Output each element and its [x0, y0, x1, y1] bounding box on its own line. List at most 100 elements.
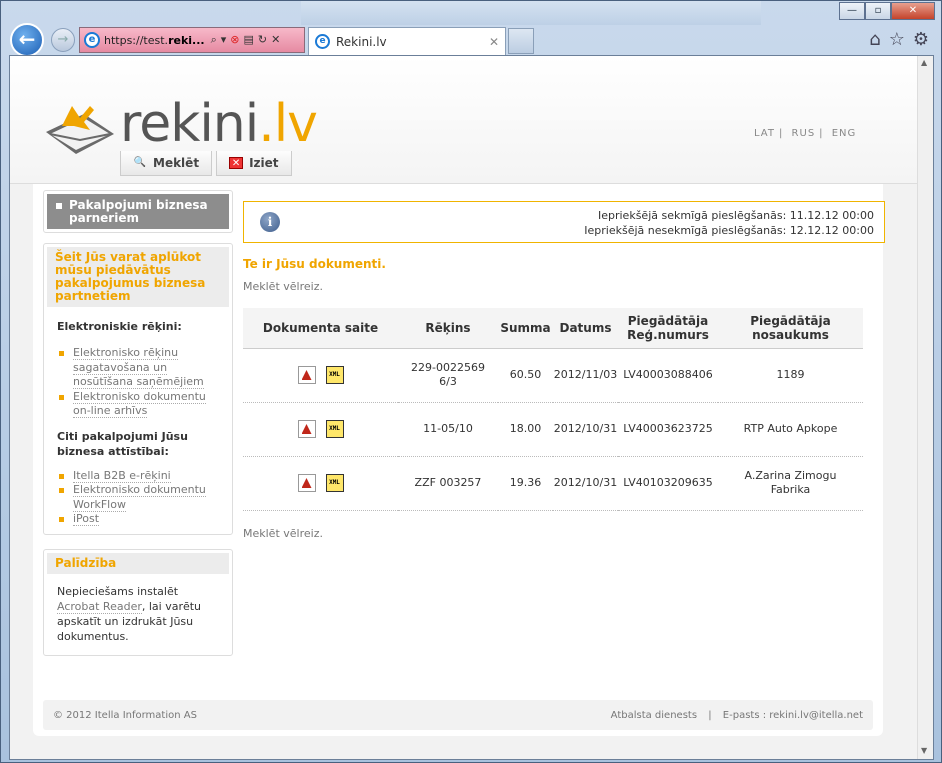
- email-link[interactable]: E-pasts : rekini.lv@itella.net: [723, 710, 863, 721]
- new-tab-button[interactable]: [508, 28, 534, 54]
- supplier-cell: RTP Auto Apkope: [718, 402, 863, 457]
- sidebar-link-archive[interactable]: Elektronisko dokumentu on-line arhīvs: [57, 389, 219, 419]
- address-bar[interactable]: e https://test.reki... ⌕ ▾ ⊗ ▤ ↻ ✕: [79, 27, 305, 53]
- compat-icon[interactable]: ▤: [244, 33, 254, 47]
- search-again-link-bottom[interactable]: Meklēt vēlreiz.: [243, 527, 885, 540]
- table-header-row: Dokumenta saite Rēķins Summa Datums Pieg…: [243, 308, 863, 349]
- page: rekini.lv LAT | RUS | ENG 🔍 Meklēt ✕ Iziet: [10, 56, 918, 759]
- other-services-list: Itella B2B e-rēķini Elektronisko dokumen…: [47, 459, 229, 531]
- main-nav: 🔍 Meklēt ✕ Iziet: [120, 151, 292, 176]
- browser-tools: ⌂ ☆ ⚙: [869, 29, 929, 50]
- documents-heading: Te ir Jūsu dokumenti.: [243, 257, 386, 271]
- browser-tab[interactable]: e Rekini.lv ✕: [308, 27, 506, 55]
- col-invoice: Rēķins: [398, 308, 498, 349]
- pdf-icon[interactable]: [297, 420, 316, 438]
- date-cell: 2012/10/31: [553, 456, 618, 511]
- sum-cell: 60.50: [498, 348, 553, 403]
- minimize-button[interactable]: —: [839, 2, 865, 20]
- xml-icon[interactable]: XML: [325, 420, 344, 438]
- scroll-up-icon[interactable]: ▲: [921, 58, 927, 67]
- services-menu-item[interactable]: Pakalpojumi biznesa parneriem: [47, 194, 229, 229]
- settings-gear-icon[interactable]: ⚙: [913, 29, 929, 50]
- services-box: Pakalpojumi biznesa parneriem: [43, 190, 233, 233]
- back-button[interactable]: ←: [10, 23, 44, 57]
- einvoices-label: Elektroniskie rēķini:: [57, 320, 182, 333]
- copyright: © 2012 Itella Information AS: [53, 710, 197, 721]
- acrobat-link[interactable]: Acrobat Reader: [57, 599, 142, 614]
- ie-icon: e: [84, 32, 100, 48]
- documents-table: Dokumenta saite Rēķins Summa Datums Pieg…: [243, 308, 863, 511]
- scroll-down-icon[interactable]: ▼: [921, 746, 927, 755]
- address-controls: ⌕ ▾ ⊗ ▤ ↻ ✕: [211, 33, 281, 47]
- page-viewport: rekini.lv LAT | RUS | ENG 🔍 Meklēt ✕ Iziet: [9, 55, 934, 760]
- stop-icon[interactable]: ✕: [271, 33, 280, 47]
- login-info-box: i Iepriekšējā sekmīgā pieslēgšanās: 11.1…: [243, 201, 885, 243]
- exit-icon: ✕: [229, 157, 244, 169]
- sidebar: Pakalpojumi biznesa parneriem Šeit Jūs v…: [43, 190, 233, 666]
- offers-box: Šeit Jūs varat aplūkot mūsu piedāvātus p…: [43, 243, 233, 535]
- date-cell: 2012/10/31: [553, 402, 618, 457]
- refresh-icon[interactable]: ↻: [258, 33, 267, 47]
- help-heading: Palīdzība: [47, 552, 229, 574]
- supplier-cell: A.Zarina Zimogu Fabrika: [718, 456, 863, 511]
- close-window-button[interactable]: ✕: [891, 2, 935, 20]
- maximize-button[interactable]: ▫: [865, 2, 891, 20]
- tab-close-icon[interactable]: ✕: [489, 35, 499, 49]
- col-supplier-name: Piegādātāja nosaukums: [718, 308, 863, 349]
- search-icon[interactable]: ⌕: [211, 33, 217, 47]
- favorites-icon[interactable]: ☆: [889, 29, 905, 50]
- sum-cell: 18.00: [498, 402, 553, 457]
- col-sum: Summa: [498, 308, 553, 349]
- xml-icon[interactable]: XML: [325, 474, 344, 492]
- last-login-fail: Iepriekšējā nesekmīgā pieslēgšanās: 12.1…: [584, 224, 874, 237]
- content-area: Pakalpojumi biznesa parneriem Šeit Jūs v…: [33, 184, 885, 736]
- sidebar-link-ipost[interactable]: iPost: [57, 512, 219, 527]
- window-controls: — ▫ ✕: [839, 2, 935, 20]
- sidebar-link-einvoice-prep[interactable]: Elektronisko rēķinu sagatavošana un nosū…: [57, 346, 219, 390]
- language-switcher: LAT | RUS | ENG: [754, 128, 857, 139]
- logo-envelope-icon: [46, 106, 114, 154]
- pdf-icon[interactable]: [297, 366, 316, 384]
- search-doc-icon: 🔍: [133, 157, 147, 168]
- search-again-link[interactable]: Meklēt vēlreiz.: [243, 280, 885, 293]
- lang-lat[interactable]: LAT: [754, 128, 775, 139]
- pdf-icon[interactable]: [297, 474, 316, 492]
- tab-title: Rekini.lv: [336, 34, 387, 49]
- url-text[interactable]: https://test.reki...: [104, 34, 205, 47]
- sidebar-link-workflow[interactable]: Elektronisko dokumentu WorkFlow: [57, 483, 219, 512]
- help-text: Nepieciešams instalēt Acrobat Reader, la…: [57, 584, 202, 643]
- main-panel: i Iepriekšējā sekmīgā pieslēgšanās: 11.1…: [243, 201, 885, 540]
- invoice-cell: 11-05/10: [398, 402, 498, 457]
- search-nav-button[interactable]: 🔍 Meklēt: [120, 151, 213, 176]
- sidebar-link-b2b[interactable]: Itella B2B e-rēķini: [57, 468, 219, 484]
- lang-eng[interactable]: ENG: [832, 128, 857, 139]
- dropdown-icon[interactable]: ▾: [221, 33, 227, 47]
- col-reg-no: Piegādātāja Reģ.numurs: [618, 308, 718, 349]
- browser-window: — ▫ ✕ ← → e https://test.reki... ⌕ ▾ ⊗ ▤…: [0, 0, 942, 763]
- vertical-scrollbar[interactable]: ▲ ▼: [917, 56, 933, 759]
- site-header: rekini.lv LAT | RUS | ENG 🔍 Meklēt ✕ Iziet: [10, 56, 918, 184]
- supplier-cell: 1189: [718, 348, 863, 403]
- support-link[interactable]: Atbalsta dienests: [611, 710, 697, 721]
- einvoices-list: Elektronisko rēķinu sagatavošana un nosū…: [47, 334, 229, 423]
- invoice-cell: 229-00225696/3: [398, 348, 498, 403]
- exit-nav-button[interactable]: ✕ Iziet: [216, 151, 292, 176]
- col-doc-link: Dokumenta saite: [243, 308, 398, 349]
- forward-button[interactable]: →: [51, 28, 75, 52]
- table-row: XML 11-05/10 18.00 2012/10/31 LV40003623…: [243, 402, 863, 457]
- footer: © 2012 Itella Information AS Atbalsta di…: [43, 700, 873, 730]
- footer-links: Atbalsta dienests | E-pasts : rekini.lv@…: [610, 710, 863, 721]
- col-date: Datums: [553, 308, 618, 349]
- lang-rus[interactable]: RUS: [792, 128, 816, 139]
- invoice-cell: ZZF 003257: [398, 456, 498, 511]
- reg-cell: LV40003623725: [618, 402, 718, 457]
- xml-icon[interactable]: XML: [325, 366, 344, 384]
- table-row: XML 229-00225696/3 60.50 2012/11/03 LV40…: [243, 348, 863, 403]
- logo-text[interactable]: rekini.lv: [120, 94, 318, 154]
- home-icon[interactable]: ⌂: [869, 29, 880, 50]
- sum-cell: 19.36: [498, 456, 553, 511]
- help-box: Palīdzība Nepieciešams instalēt Acrobat …: [43, 548, 233, 656]
- date-cell: 2012/11/03: [553, 348, 618, 403]
- other-services-label: Citi pakalpojumi Jūsu biznesa attīstībai…: [57, 429, 188, 458]
- cert-error-icon[interactable]: ⊗: [230, 33, 239, 47]
